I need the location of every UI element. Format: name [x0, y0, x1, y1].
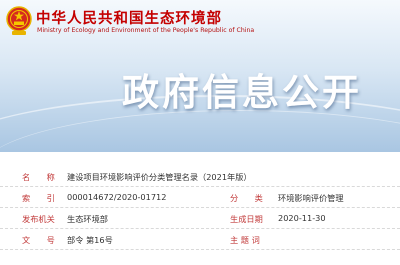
category-value: 环境影响评价管理: [278, 193, 344, 203]
metadata-row-name: 名 称 建设项目环境影响评价分类管理名录（2021年版）: [0, 166, 400, 187]
docno-value: 部令 第16号: [67, 235, 113, 245]
keywords-label: 主 题 词: [230, 235, 260, 245]
header-banner: 中华人民共和国生态环境部 Ministry of Ecology and Env…: [0, 0, 400, 152]
ministry-name-cn[interactable]: 中华人民共和国生态环境部: [36, 7, 222, 28]
index-label: 索 引: [22, 193, 55, 203]
docno-label: 文 号: [22, 235, 55, 245]
name-value: 建设项目环境影响评价分类管理名录（2021年版）: [67, 172, 252, 182]
issuer-label: 发布机关: [22, 214, 55, 224]
document-metadata-table: 名 称 建设项目环境影响评价分类管理名录（2021年版） 索 引 0000146…: [0, 166, 400, 250]
category-label: 分 类: [230, 193, 263, 203]
issuer-value: 生态环境部: [67, 214, 108, 224]
metadata-row-docno: 文 号 部令 第16号 主 题 词: [0, 229, 400, 250]
name-label: 名 称: [22, 172, 55, 182]
metadata-row-index: 索 引 000014672/2020-01712 分 类 环境影响评价管理: [0, 187, 400, 208]
page-title: 政府信息公开: [122, 71, 362, 114]
metadata-row-issuer: 发布机关 生态环境部 生成日期 2020-11-30: [0, 208, 400, 229]
date-label: 生成日期: [230, 214, 263, 224]
ministry-name-en: Ministry of Ecology and Environment of t…: [37, 27, 255, 34]
index-value: 000014672/2020-01712: [67, 192, 167, 202]
date-value: 2020-11-30: [278, 213, 326, 223]
national-emblem-icon: [6, 6, 32, 35]
